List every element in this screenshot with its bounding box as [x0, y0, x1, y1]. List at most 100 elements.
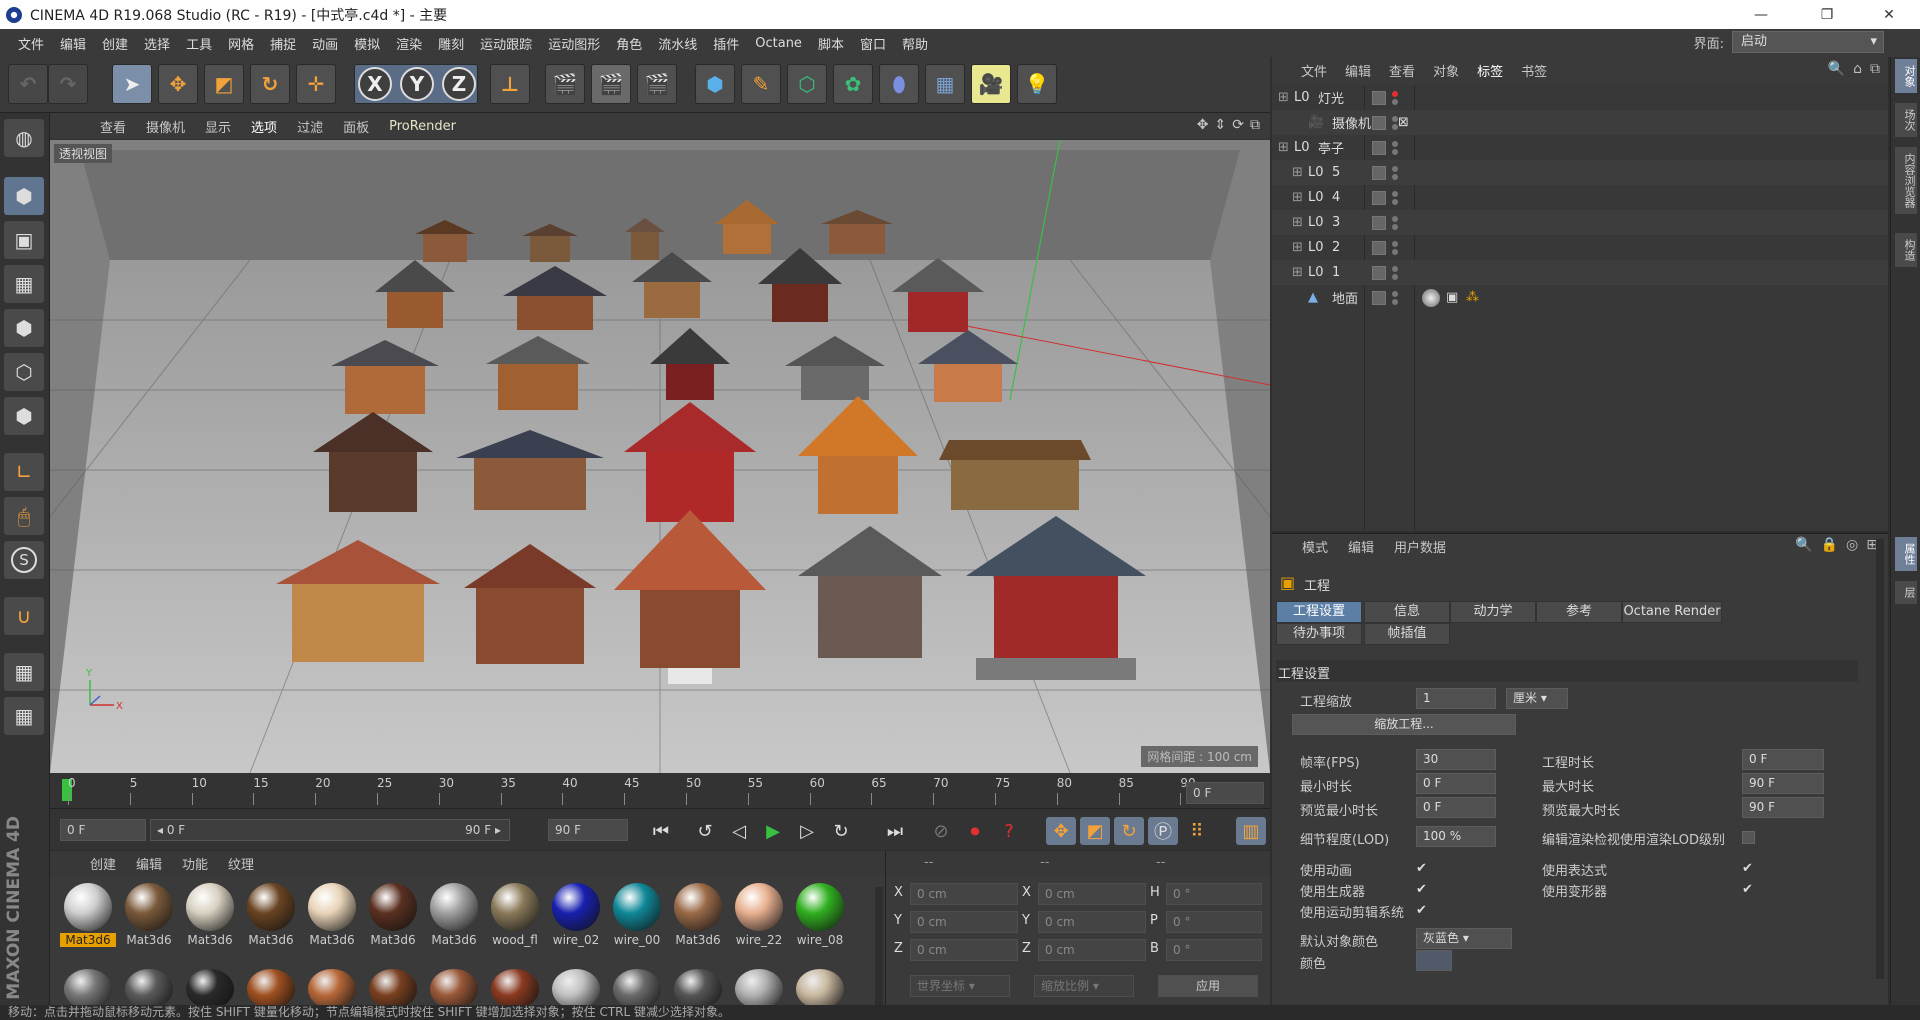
material-swatch[interactable]: [607, 969, 667, 1009]
attr-tab[interactable]: 信息: [1364, 601, 1450, 623]
lod-render-checkbox[interactable]: [1742, 831, 1755, 844]
material-swatch[interactable]: wire_22: [729, 883, 789, 947]
attr-tab[interactable]: 待办事项: [1276, 623, 1362, 645]
light-button[interactable]: 💡: [1017, 64, 1057, 104]
expand-icon[interactable]: ⊞: [1292, 215, 1303, 230]
x-axis-lock-button[interactable]: X: [358, 67, 392, 101]
material-swatch[interactable]: wire_08: [790, 883, 850, 947]
render-picture-viewer-button[interactable]: 🎬: [591, 64, 631, 104]
material-swatch[interactable]: Mat3d6: [241, 883, 301, 947]
object-row[interactable]: ⊞ L0 灯光: [1272, 85, 1888, 110]
timeline-button[interactable]: ▥: [1236, 817, 1266, 845]
render-visibility-dot[interactable]: [1392, 199, 1398, 205]
material-swatch[interactable]: Mat3d6: [424, 883, 484, 947]
edge-mode-button[interactable]: ⬡: [4, 353, 44, 391]
material-swatch[interactable]: [790, 969, 850, 1009]
pen-button[interactable]: ✎: [741, 64, 781, 104]
menu-item[interactable]: 脚本: [810, 34, 852, 53]
material-swatch[interactable]: wire_00: [607, 883, 667, 947]
maximize-view-icon[interactable]: ⧉: [1250, 117, 1260, 133]
min-time-field[interactable]: 0 F: [1416, 773, 1496, 794]
material-swatch[interactable]: Mat3d6: [58, 883, 118, 947]
material-swatch[interactable]: [729, 969, 789, 1009]
use-generators-checkbox[interactable]: ✔: [1416, 883, 1429, 896]
menu-item[interactable]: 帮助: [894, 34, 936, 53]
object-row[interactable]: ⊞ L0 3: [1272, 210, 1888, 235]
texture-tag-icon[interactable]: ▣: [1446, 290, 1458, 305]
layer-checkbox[interactable]: [1372, 215, 1386, 230]
pos-z-field[interactable]: 0 cm: [910, 939, 1018, 961]
target-tag-icon[interactable]: ⊠: [1398, 115, 1409, 130]
menu-item[interactable]: 网格: [220, 34, 262, 53]
cube-button[interactable]: ⬢: [695, 64, 735, 104]
keyframe-selection-button[interactable]: ?: [994, 817, 1024, 845]
interface-dropdown[interactable]: 启动 ▾: [1732, 31, 1884, 53]
search-icon[interactable]: 🔍: [1828, 61, 1845, 77]
material-swatch[interactable]: [180, 969, 240, 1009]
point-mode-button[interactable]: ⬢: [4, 309, 44, 347]
move-tool-button[interactable]: ✥: [158, 64, 198, 104]
attr-tab[interactable]: 动力学: [1450, 601, 1536, 623]
right-tab[interactable]: 层: [1895, 581, 1917, 604]
make-editable-button[interactable]: ◍: [4, 119, 44, 157]
editor-visibility-dot[interactable]: [1392, 241, 1398, 247]
select-tool-button[interactable]: ➤: [112, 64, 152, 104]
menu-item[interactable]: 捕捉: [262, 34, 304, 53]
menu-item[interactable]: 角色: [608, 34, 650, 53]
material-menu-item[interactable]: 创建: [80, 854, 126, 873]
subdivision-button[interactable]: ⬡: [787, 64, 827, 104]
menu-item[interactable]: 模拟: [346, 34, 388, 53]
solo-button[interactable]: S: [4, 541, 44, 579]
coordinate-system-button[interactable]: ⊥: [490, 64, 530, 104]
material-menu-item[interactable]: 编辑: [126, 854, 172, 873]
end-frame-field[interactable]: 90 F: [548, 819, 628, 841]
menu-item[interactable]: 渲染: [388, 34, 430, 53]
viewport-menu-item[interactable]: 显示: [195, 117, 241, 136]
scale-project-button[interactable]: 缩放工程...: [1292, 714, 1516, 735]
layer-checkbox[interactable]: [1372, 140, 1386, 155]
material-swatch[interactable]: Mat3d6: [119, 883, 179, 947]
rotate-tool-button[interactable]: ↻: [250, 64, 290, 104]
render-visibility-dot[interactable]: [1392, 274, 1398, 280]
record-keys-button[interactable]: ⊘: [926, 817, 956, 845]
material-swatch[interactable]: [58, 969, 118, 1009]
editor-visibility-dot[interactable]: [1392, 216, 1398, 222]
object-menu-item[interactable]: 编辑: [1336, 61, 1380, 80]
current-frame-field[interactable]: 0 F: [1186, 782, 1264, 804]
lock-workplane-button[interactable]: ▦: [4, 653, 44, 691]
object-row[interactable]: ⊞ L0 1: [1272, 260, 1888, 285]
right-tab[interactable]: 构造: [1895, 233, 1917, 267]
minimize-button[interactable]: —: [1738, 0, 1784, 29]
use-animation-checkbox[interactable]: ✔: [1416, 862, 1429, 875]
viewport-menu-item[interactable]: 查看: [90, 117, 136, 136]
attribute-menu-item[interactable]: 模式: [1292, 537, 1338, 556]
timeline[interactable]: 051015202530354045505560657075808590 0 F: [50, 773, 1270, 808]
expand-icon[interactable]: ⊞: [1292, 190, 1303, 205]
object-row[interactable]: ⊞ L0 4: [1272, 185, 1888, 210]
render-view-button[interactable]: 🎬: [545, 64, 585, 104]
material-swatch[interactable]: Mat3d6: [302, 883, 362, 947]
object-menu-item[interactable]: 文件: [1292, 61, 1336, 80]
object-row[interactable]: ⊞ L0 亭子: [1272, 135, 1888, 160]
menu-item[interactable]: 编辑: [52, 34, 94, 53]
menu-item[interactable]: 动画: [304, 34, 346, 53]
attr-tab[interactable]: 帧插值: [1364, 623, 1450, 645]
next-key-button[interactable]: ↻: [826, 817, 856, 845]
axis-mode-button[interactable]: ∟: [4, 453, 44, 491]
size-x-field[interactable]: 0 cm: [1038, 883, 1146, 905]
menu-item[interactable]: 工具: [178, 34, 220, 53]
target-icon[interactable]: ◎: [1846, 537, 1858, 553]
attr-scrollbar[interactable]: [1876, 539, 1884, 979]
preview-max-field[interactable]: 90 F: [1742, 797, 1824, 818]
material-swatch[interactable]: [119, 969, 179, 1009]
prev-key-button[interactable]: ↺: [690, 817, 720, 845]
phong-tag-icon[interactable]: ⁂: [1466, 290, 1479, 305]
layer-checkbox[interactable]: [1372, 265, 1386, 280]
attr-tab[interactable]: 参考: [1536, 601, 1622, 623]
expand-icon[interactable]: ⊞: [1292, 240, 1303, 255]
expand-icon[interactable]: ⊞: [1292, 165, 1303, 180]
layout-icon[interactable]: ⧉: [1870, 61, 1880, 77]
apply-button[interactable]: 应用: [1158, 975, 1258, 997]
live-select-button[interactable]: ✛: [296, 64, 336, 104]
rot-h-field[interactable]: 0 °: [1166, 883, 1262, 905]
